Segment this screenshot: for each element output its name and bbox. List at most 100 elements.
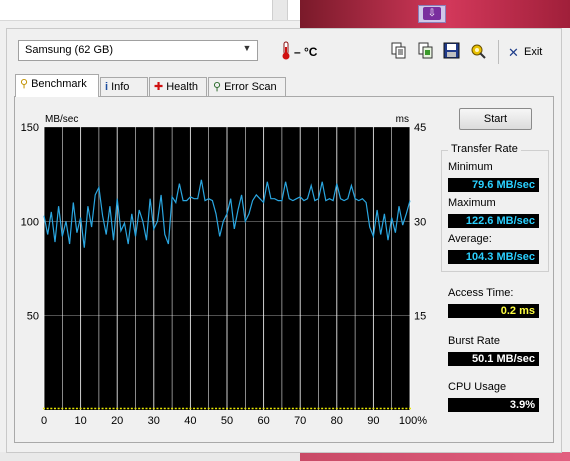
access-time-point: [94, 407, 97, 410]
access-time-point: [321, 407, 324, 410]
access-time-point: [50, 407, 53, 410]
transfer-rate-title: Transfer Rate: [448, 143, 521, 155]
access-time-point: [361, 407, 364, 410]
access-time-point: [379, 407, 382, 410]
temperature-readout: – °C: [294, 45, 318, 59]
access-time-point: [346, 407, 349, 410]
options-icon[interactable]: [470, 42, 487, 59]
access-time-point: [350, 407, 353, 410]
access-time-point: [222, 407, 225, 410]
access-time-point: [291, 407, 294, 410]
copy-screenshot-icon[interactable]: [417, 42, 434, 59]
access-time-point: [156, 407, 159, 410]
access-time-point: [68, 407, 71, 410]
access-time-point: [108, 407, 111, 410]
tab-health-label: Health: [166, 81, 199, 93]
access-time-point: [255, 407, 258, 410]
maximum-value: 122.6 MB/sec: [448, 214, 539, 228]
access-time-point: [332, 407, 335, 410]
y-right-tick-label: 45: [414, 122, 426, 134]
access-time-point: [236, 407, 239, 410]
access-time-point: [200, 407, 203, 410]
x-tick-label: 40: [184, 415, 196, 427]
access-time-point: [119, 407, 122, 410]
access-time-point: [288, 407, 291, 410]
access-time-point: [160, 407, 163, 410]
access-time-point: [83, 407, 86, 410]
access-time-point: [313, 407, 316, 410]
tab-benchmark-label: Benchmark: [31, 78, 87, 90]
access-time-point: [182, 407, 185, 410]
tab-error-scan[interactable]: ⚲ Error Scan: [208, 77, 286, 96]
tab-health[interactable]: ✚ Health: [149, 77, 207, 96]
access-time-point: [57, 407, 60, 410]
access-time-point: [149, 407, 152, 410]
access-time-point: [215, 407, 218, 410]
access-time-point: [72, 407, 75, 410]
access-time-point: [328, 407, 331, 410]
copy-text-icon[interactable]: [390, 42, 407, 59]
access-time-point: [273, 407, 276, 410]
average-value: 104.3 MB/sec: [448, 250, 539, 264]
access-time-point: [112, 407, 115, 410]
access-time-point: [266, 407, 269, 410]
access-time-point: [174, 407, 177, 410]
start-button[interactable]: Start: [459, 108, 532, 130]
access-time-point: [226, 407, 228, 410]
access-time-point: [365, 407, 368, 410]
health-cross-icon: ✚: [154, 81, 164, 93]
access-time-point: [211, 407, 214, 410]
cpu-usage-value: 3.9%: [448, 398, 539, 412]
access-time-point: [127, 407, 130, 410]
access-time-point: [343, 407, 346, 410]
access-time-point: [240, 407, 243, 410]
access-time-point: [171, 407, 174, 410]
drive-select[interactable]: Samsung (62 GB): [18, 40, 258, 61]
burst-rate-label: Burst Rate: [448, 335, 500, 347]
access-time-point: [163, 407, 166, 410]
exit-button[interactable]: Exit: [524, 46, 542, 58]
access-time-point: [97, 407, 100, 410]
access-time-point: [368, 407, 371, 410]
access-time-point: [196, 407, 199, 410]
chevron-down-icon[interactable]: ▼: [240, 43, 254, 57]
access-time-point: [401, 407, 404, 410]
maximum-label: Maximum: [448, 197, 496, 209]
tab-benchmark[interactable]: ⚲ Benchmark: [15, 74, 99, 97]
access-time-point: [167, 407, 170, 410]
transfer-rate-chart: 150 100 50 45 30 15 MB/sec ms 0 10 20 30 40 50 60 70 80 9…: [21, 114, 428, 427]
access-time-label: Access Time:: [448, 287, 514, 299]
access-time-point: [324, 407, 327, 410]
access-time-point: [299, 407, 302, 410]
y-left-axis-title: MB/sec: [45, 114, 78, 125]
tab-info[interactable]: i Info: [100, 77, 148, 96]
benchmark-icon: ⚲: [20, 78, 29, 90]
access-time-point: [101, 407, 104, 410]
average-label: Average:: [448, 233, 492, 245]
y-left-tick-label: 150: [21, 122, 39, 134]
access-time-point: [178, 407, 181, 410]
access-time-point: [354, 407, 357, 410]
x-tick-label: 80: [331, 415, 343, 427]
access-time-point: [339, 407, 342, 410]
y-left-tick-label: 100: [21, 216, 39, 228]
access-time-point: [277, 407, 280, 410]
access-time-point: [394, 407, 397, 410]
save-icon[interactable]: [443, 42, 460, 59]
access-time-point: [398, 407, 401, 410]
access-time-point: [193, 407, 196, 410]
access-time-point: [218, 407, 221, 410]
access-time-point: [185, 407, 188, 410]
access-time-point: [204, 407, 207, 410]
burst-rate-value: 50.1 MB/sec: [448, 352, 539, 366]
x-tick-label: 20: [111, 415, 123, 427]
access-time-point: [310, 407, 313, 410]
tab-info-label: Info: [111, 81, 130, 93]
access-time-point: [75, 407, 78, 410]
access-time-point: [405, 407, 408, 410]
access-time-point: [79, 407, 82, 410]
close-icon[interactable]: ✕: [508, 45, 519, 61]
access-time-point: [262, 407, 265, 410]
drive-select-value: Samsung (62 GB): [25, 44, 114, 56]
access-time-point: [280, 407, 283, 410]
